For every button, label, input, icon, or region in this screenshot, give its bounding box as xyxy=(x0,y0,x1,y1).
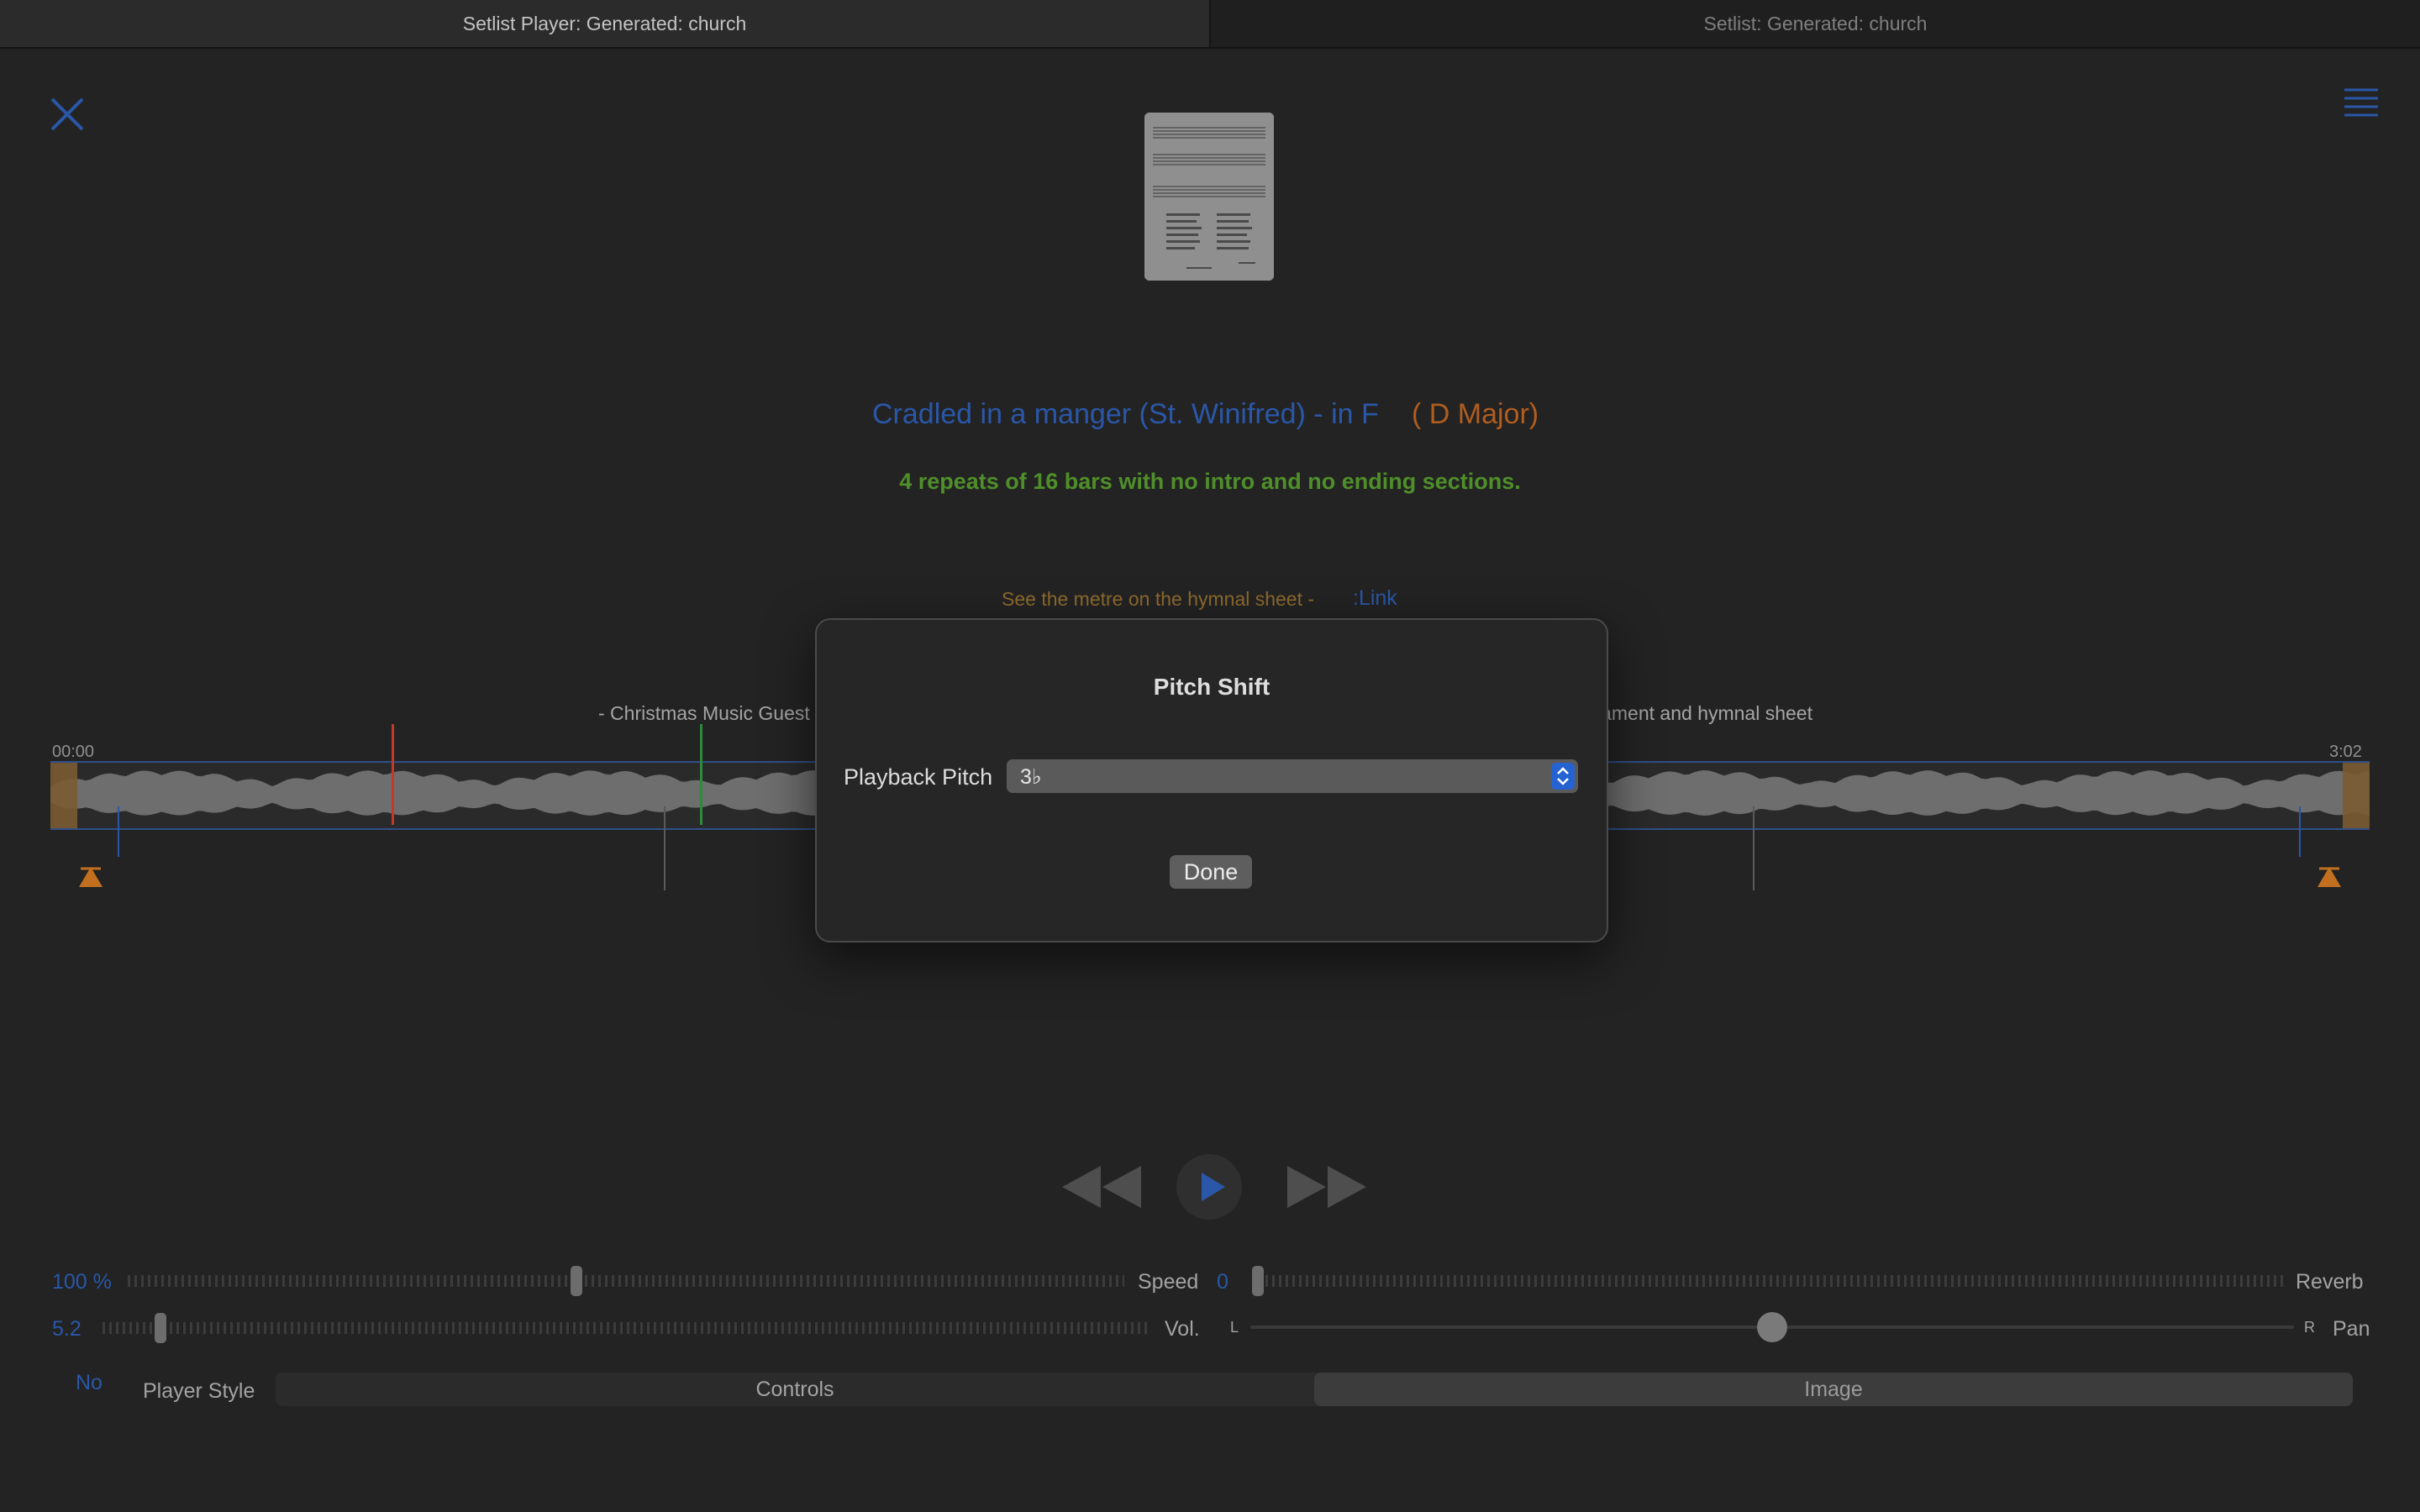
waveform-start-edge xyxy=(50,763,77,828)
song-title[interactable]: Cradled in a manger (St. Winifred) - in … xyxy=(872,398,1379,431)
reverb-slider-thumb[interactable] xyxy=(1252,1266,1264,1296)
pitch-selected-value: 3♭ xyxy=(1020,765,1042,789)
pan-left-label: L xyxy=(1230,1319,1239,1336)
dialog-title: Pitch Shift xyxy=(1153,674,1270,700)
pan-slider-thumb[interactable] xyxy=(1757,1312,1787,1342)
fast-forward-icon[interactable] xyxy=(1286,1164,1368,1210)
player-style-label: Player Style xyxy=(143,1379,255,1403)
play-button[interactable] xyxy=(1176,1154,1242,1220)
red-position-marker[interactable] xyxy=(392,724,394,825)
pitch-shift-dialog: Pitch Shift Playback Pitch 3♭ Done xyxy=(815,618,1608,942)
start-time: 00:00 xyxy=(52,743,95,761)
segment-controls[interactable]: Controls xyxy=(276,1373,1314,1406)
speed-slider-thumb[interactable] xyxy=(571,1266,583,1296)
pan-label: Pan xyxy=(2333,1317,2370,1341)
waveform-end-edge xyxy=(2343,763,2370,828)
reverb-slider[interactable] xyxy=(1252,1266,2284,1296)
volume-slider-thumb[interactable] xyxy=(154,1313,166,1343)
tab-label: Setlist: Generated: church xyxy=(1703,12,1928,34)
reverb-label: Reverb xyxy=(2296,1270,2364,1294)
section-line xyxy=(664,806,666,890)
end-time: 3:02 xyxy=(2329,743,2362,761)
tab-label: Setlist Player: Generated: church xyxy=(462,12,747,34)
hymnal-sheet-thumbnail[interactable] xyxy=(1144,113,1274,281)
speed-tick-track xyxy=(128,1275,1124,1287)
loop-start-handle-icon[interactable] xyxy=(77,865,104,889)
waveform-caption-left: - Christmas Music Guest xyxy=(598,702,810,724)
pan-slider[interactable] xyxy=(1250,1312,2294,1342)
volume-slider[interactable] xyxy=(103,1313,1151,1343)
tab-setlist-player[interactable]: Setlist Player: Generated: church xyxy=(0,0,1211,47)
close-x-icon[interactable] xyxy=(49,96,86,133)
tab-setlist[interactable]: Setlist: Generated: church xyxy=(1211,0,2420,47)
speed-label: Speed xyxy=(1138,1270,1199,1294)
select-stepper[interactable] xyxy=(1551,763,1575,790)
player-style-segmented-control: Controls Image xyxy=(276,1373,2353,1406)
no-toggle[interactable]: No xyxy=(76,1371,103,1395)
loop-end-line xyxy=(2299,806,2301,857)
speed-slider[interactable] xyxy=(128,1266,1124,1296)
pan-right-label: R xyxy=(2304,1319,2315,1336)
waveform-caption-right: iament and hymnal sheet xyxy=(1597,702,1812,724)
play-icon xyxy=(1202,1173,1225,1201)
metre-link[interactable]: :Link xyxy=(1353,586,1397,611)
sheet-music-image xyxy=(1144,113,1274,281)
loop-start-line xyxy=(118,806,119,857)
volume-value: 5.2 xyxy=(52,1317,82,1341)
done-button[interactable]: Done xyxy=(1170,855,1252,889)
metre-note: See the metre on the hymnal sheet - xyxy=(1002,588,1315,610)
playback-pitch-select[interactable]: 3♭ xyxy=(1007,759,1578,793)
reverb-tick-track xyxy=(1252,1275,2284,1287)
window-tab-bar: Setlist Player: Generated: church Setlis… xyxy=(0,0,2420,49)
song-key: ( D Major) xyxy=(1412,398,1539,430)
segment-image[interactable]: Image xyxy=(1314,1373,2353,1406)
chevron-updown-icon xyxy=(1557,767,1569,785)
playback-pitch-label: Playback Pitch xyxy=(844,764,993,790)
loop-end-handle-icon[interactable] xyxy=(2316,865,2343,889)
hamburger-menu-icon[interactable] xyxy=(2344,87,2378,118)
volume-tick-track xyxy=(103,1322,1151,1334)
repeats-description: 4 repeats of 16 bars with no intro and n… xyxy=(899,469,1521,494)
rewind-icon[interactable] xyxy=(1060,1164,1143,1210)
reverb-value: 0 xyxy=(1217,1270,1228,1294)
speed-value: 100 % xyxy=(52,1270,112,1294)
volume-label: Vol. xyxy=(1165,1317,1200,1341)
section-line xyxy=(1753,806,1754,890)
green-position-marker[interactable] xyxy=(700,724,702,825)
